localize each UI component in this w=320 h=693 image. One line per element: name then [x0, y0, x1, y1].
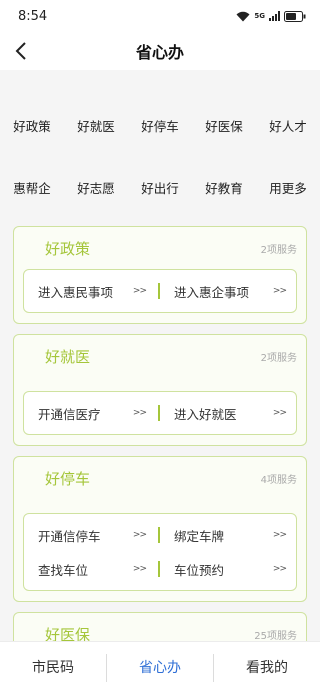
- card-body: 开通信医疗 >> 进入好就医 >>: [23, 391, 297, 435]
- service-item[interactable]: 进入惠企事项 >>: [160, 274, 296, 308]
- grid-item[interactable]: 好人才: [256, 116, 320, 178]
- page-title: 省心办: [135, 43, 184, 62]
- bottom-tab-bar: 市民码 省心办 看我的: [0, 641, 320, 693]
- card-spacer: [23, 499, 297, 513]
- card-count: 4项服务: [260, 474, 297, 486]
- grid-item[interactable]: 好政策: [0, 116, 64, 178]
- service-cards: 好政策 2项服务 进入惠民事项 >> 进入惠企事项 >> 好就医 2项服务 开通…: [0, 226, 320, 641]
- service-card: 好政策 2项服务 进入惠民事项 >> 进入惠企事项 >>: [13, 226, 307, 324]
- card-header: 好停车 4项服务: [23, 457, 297, 499]
- tab-worry-free[interactable]: 省心办: [106, 653, 213, 682]
- nav-bar: 省心办: [0, 32, 320, 70]
- signal-icon: [269, 11, 280, 21]
- service-item[interactable]: 车位预约 >>: [160, 552, 296, 586]
- card-title: 好医保: [45, 625, 91, 642]
- service-item[interactable]: 开通信医疗 >>: [24, 396, 160, 430]
- grid-item[interactable]: 好出行: [128, 178, 192, 240]
- tab-citizen-code[interactable]: 市民码: [0, 654, 106, 682]
- card-title: 好停车: [45, 469, 91, 488]
- status-bar: 8:54 5G: [0, 0, 320, 32]
- double-arrow-icon: >>: [272, 530, 287, 540]
- signal-label: 5G: [254, 11, 265, 20]
- wifi-icon: [236, 11, 250, 22]
- double-arrow-icon: >>: [132, 286, 147, 296]
- main-content: 好政策 好就医 好停车 好医保 好人才 惠帮企 好志愿 好出行 好教育 用更多 …: [0, 70, 320, 641]
- service-card: 好就医 2项服务 开通信医疗 >> 进入好就医 >>: [13, 334, 307, 446]
- status-icons: 5G: [236, 10, 306, 22]
- grid-item[interactable]: 用更多: [256, 178, 320, 240]
- card-body: 进入惠民事项 >> 进入惠企事项 >>: [23, 269, 297, 313]
- double-arrow-icon: >>: [272, 286, 287, 296]
- service-label: 进入好就医: [174, 406, 237, 422]
- service-item[interactable]: 进入好就医 >>: [160, 396, 296, 430]
- card-count: 2项服务: [260, 352, 297, 364]
- double-arrow-icon: >>: [132, 408, 147, 418]
- service-item[interactable]: 查找车位 >>: [24, 552, 160, 586]
- grid-item[interactable]: 好就医: [64, 116, 128, 178]
- grid-item[interactable]: 好医保: [192, 116, 256, 178]
- service-label: 车位预约: [174, 562, 225, 578]
- card-title: 好政策: [45, 239, 91, 258]
- card-title: 好就医: [45, 347, 91, 366]
- card-header: 好就医 2项服务: [23, 335, 297, 377]
- card-spacer: [23, 377, 297, 391]
- battery-icon: [284, 10, 306, 22]
- service-item[interactable]: 绑定车牌 >>: [160, 518, 296, 552]
- service-item[interactable]: 进入惠民事项 >>: [24, 274, 160, 308]
- service-label: 进入惠企事项: [174, 284, 250, 300]
- double-arrow-icon: >>: [272, 408, 287, 418]
- status-time: 8:54: [18, 8, 48, 24]
- service-item[interactable]: 开通信停车 >>: [24, 518, 160, 552]
- service-label: 开通信停车: [38, 528, 101, 544]
- grid-item[interactable]: 好停车: [128, 116, 192, 178]
- double-arrow-icon: >>: [132, 564, 147, 574]
- double-arrow-icon: >>: [132, 530, 147, 540]
- service-card: 好停车 4项服务 开通信停车 >> 绑定车牌 >> 查找车位 >> 车位预约 >…: [13, 456, 307, 602]
- service-label: 开通信医疗: [38, 406, 101, 422]
- service-grid: 好政策 好就医 好停车 好医保 好人才 惠帮企 好志愿 好出行 好教育 用更多: [0, 70, 320, 240]
- service-label: 进入惠民事项: [38, 284, 114, 300]
- service-label: 查找车位: [38, 562, 89, 578]
- service-label: 绑定车牌: [174, 528, 225, 544]
- grid-item[interactable]: 好教育: [192, 178, 256, 240]
- card-count: 2项服务: [260, 244, 297, 256]
- grid-item[interactable]: 惠帮企: [0, 178, 64, 240]
- card-count: 25项服务: [254, 630, 297, 642]
- card-body: 开通信停车 >> 绑定车牌 >> 查找车位 >> 车位预约 >>: [23, 513, 297, 591]
- card-header: 好医保 25项服务: [23, 613, 297, 642]
- tab-mine[interactable]: 看我的: [213, 653, 320, 682]
- grid-item[interactable]: 好志愿: [64, 178, 128, 240]
- double-arrow-icon: >>: [272, 564, 287, 574]
- chevron-left-icon[interactable]: [8, 38, 34, 64]
- service-card: 好医保 25项服务: [13, 612, 307, 641]
